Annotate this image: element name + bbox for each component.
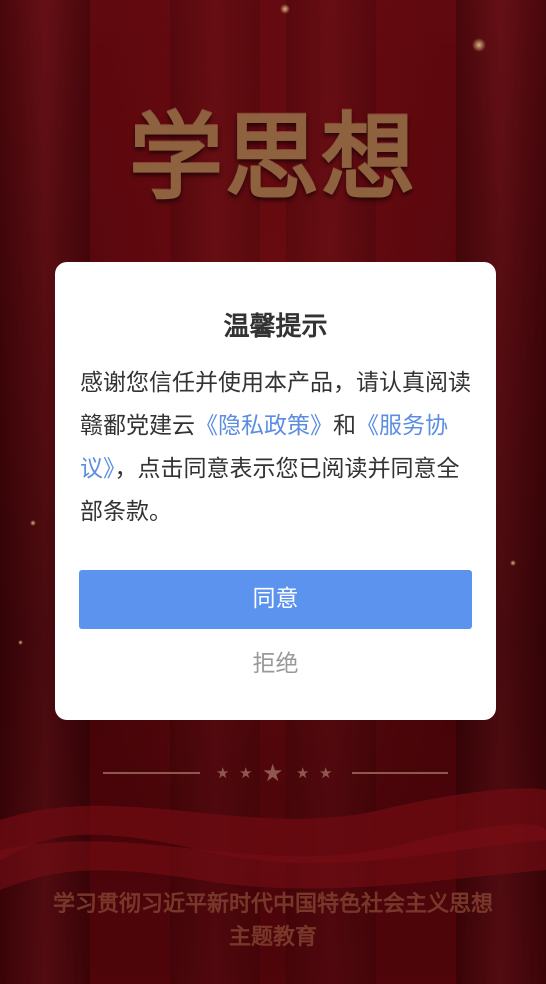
privacy-policy-link[interactable]: 《隐私政策》 — [195, 413, 333, 439]
agree-button[interactable]: 同意 — [79, 570, 472, 629]
notice-dialog: 温馨提示 感谢您信任并使用本产品，请认真阅读赣鄱党建云《隐私政策》和《服务协议》… — [55, 262, 496, 720]
dialog-body: 感谢您信任并使用本产品，请认真阅读赣鄱党建云《隐私政策》和《服务协议》，点击同意… — [80, 362, 472, 534]
body-connector: 和 — [333, 413, 356, 439]
refuse-button[interactable]: 拒绝 — [79, 642, 472, 686]
body-text-end: ，点击同意表示您已阅读并同意全部条款。 — [80, 456, 460, 525]
dialog-title: 温馨提示 — [223, 312, 328, 342]
